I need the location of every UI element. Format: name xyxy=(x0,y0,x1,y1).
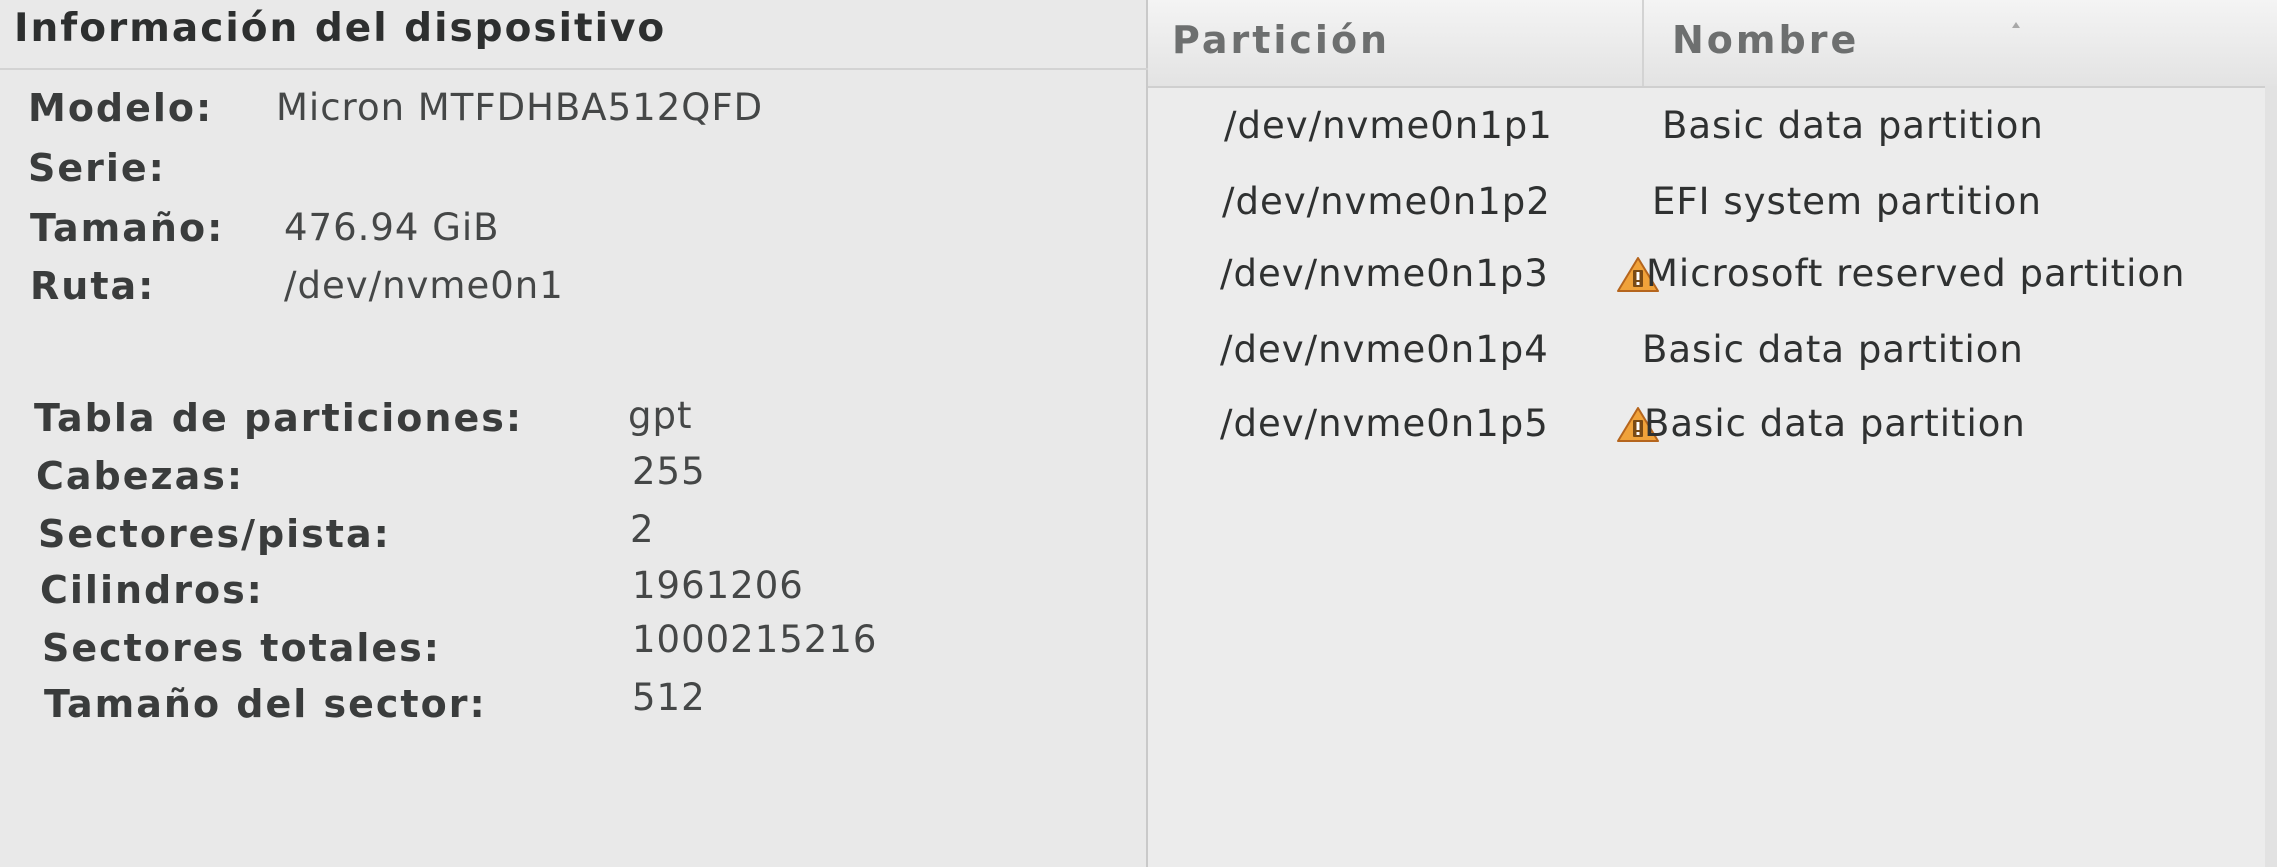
device-info-panel: Información del dispositivo Modelo: Micr… xyxy=(0,0,1148,867)
partition-row[interactable]: /dev/nvme0n1p5 Basic data partition xyxy=(1148,402,2277,476)
partition-list-header: Partición Nombre xyxy=(1148,0,2277,88)
partition-path: /dev/nvme0n1p1 xyxy=(1224,104,1553,147)
path-value: /dev/nvme0n1 xyxy=(284,264,564,307)
path-label: Ruta: xyxy=(30,264,156,308)
partition-path: /dev/nvme0n1p2 xyxy=(1222,180,1551,223)
partition-table-value: gpt xyxy=(628,394,693,437)
sector-size-label: Tamaño del sector: xyxy=(44,682,487,726)
cylinders-value: 1961206 xyxy=(632,564,804,607)
partition-list[interactable]: Partición Nombre /dev/nvme0n1p1 Basic dat… xyxy=(1148,0,2277,867)
partition-name: Basic data partition xyxy=(1662,104,2044,147)
heads-value: 255 xyxy=(632,450,706,493)
partition-name: Microsoft reserved partition xyxy=(1646,252,2186,295)
model-label: Modelo: xyxy=(28,86,214,130)
model-value: Micron MTFDHBA512QFD xyxy=(276,86,764,129)
partition-path: /dev/nvme0n1p5 xyxy=(1220,402,1549,445)
partition-path: /dev/nvme0n1p4 xyxy=(1220,328,1549,371)
column-header-name[interactable]: Nombre xyxy=(1672,18,1859,62)
title-divider xyxy=(0,68,1148,70)
partition-path: /dev/nvme0n1p3 xyxy=(1220,252,1549,295)
sort-indicator-icon xyxy=(2012,22,2020,28)
partition-row[interactable]: /dev/nvme0n1p4 Basic data partition xyxy=(1148,328,2277,402)
total-sectors-label: Sectores totales: xyxy=(42,626,441,670)
size-value: 476.94 GiB xyxy=(284,206,500,249)
sectors-track-label: Sectores/pista: xyxy=(38,512,391,556)
size-label: Tamaño: xyxy=(30,206,225,250)
gparted-device-info-window: Información del dispositivo Modelo: Micr… xyxy=(0,0,2277,867)
partition-row[interactable]: /dev/nvme0n1p1 Basic data partition xyxy=(1148,104,2277,178)
list-edge xyxy=(2265,86,2277,867)
partition-name: Basic data partition xyxy=(1642,328,2024,371)
heads-label: Cabezas: xyxy=(36,454,245,498)
column-header-partition[interactable]: Partición xyxy=(1172,18,1390,62)
partition-row[interactable]: /dev/nvme0n1p2 EFI system partition xyxy=(1148,180,2277,254)
partition-table-label: Tabla de particiones: xyxy=(34,396,524,440)
partition-name: EFI system partition xyxy=(1652,180,2042,223)
sectors-track-value: 2 xyxy=(630,508,655,551)
serial-label: Serie: xyxy=(28,146,166,190)
total-sectors-value: 1000215216 xyxy=(632,618,878,661)
cylinders-label: Cilindros: xyxy=(40,568,264,612)
partition-row[interactable]: /dev/nvme0n1p3 Microsoft reserved partiti… xyxy=(1148,252,2277,326)
column-divider[interactable] xyxy=(1642,0,1644,86)
sector-size-value: 512 xyxy=(632,676,706,719)
device-info-title: Información del dispositivo xyxy=(14,6,667,51)
partition-name: Basic data partition xyxy=(1644,402,2026,445)
